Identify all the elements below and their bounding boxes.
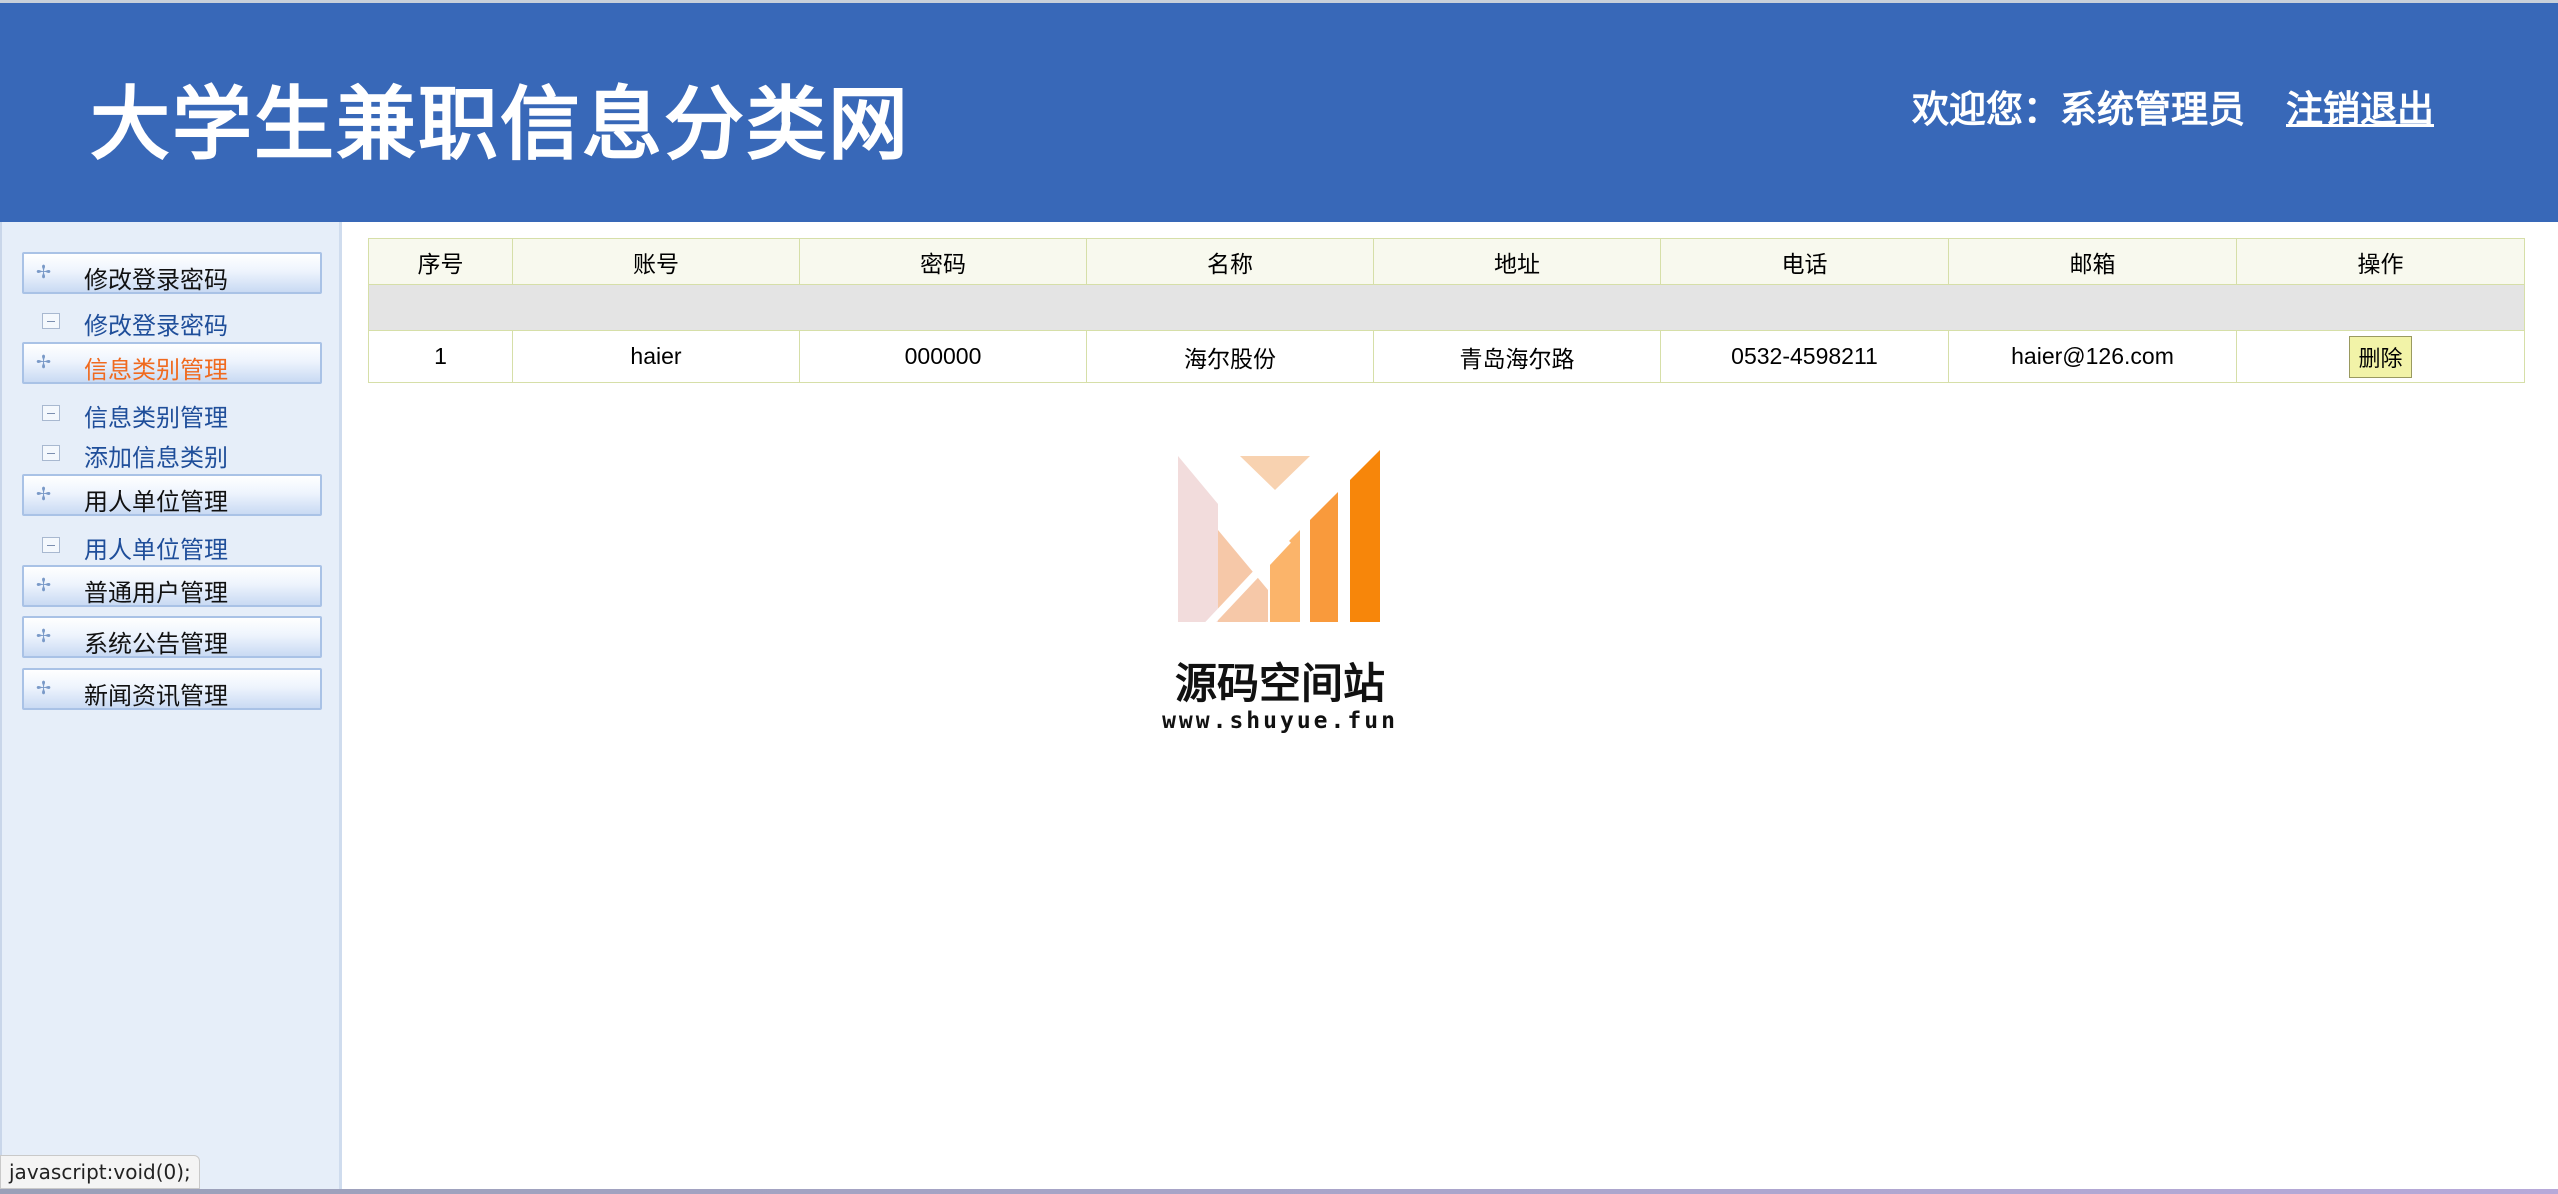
submenu-label: 修改登录密码 <box>84 312 228 340</box>
menu-news-management[interactable]: ✢ 新闻资讯管理 <box>22 668 322 710</box>
menu-label: 修改登录密码 <box>84 266 228 294</box>
col-header-password: 密码 <box>799 238 1087 285</box>
menu-employer-management[interactable]: ✢ 用人单位管理 <box>22 474 322 516</box>
minus-box-icon <box>42 405 60 421</box>
menu-label: 系统公告管理 <box>84 630 228 658</box>
cell-action: 删除 <box>2236 330 2525 383</box>
minus-box-icon <box>42 445 60 461</box>
menu-user-management[interactable]: ✢ 普通用户管理 <box>22 565 322 607</box>
plus-icon: ✢ <box>36 262 52 283</box>
table-caption-row <box>368 284 2525 331</box>
minus-box-icon <box>42 313 60 329</box>
cell-index: 1 <box>368 330 513 383</box>
col-header-name: 名称 <box>1086 238 1374 285</box>
menu-notice-management[interactable]: ✢ 系统公告管理 <box>22 616 322 658</box>
menu-label: 普通用户管理 <box>84 579 228 607</box>
welcome-text: 欢迎您：系统管理员 <box>1912 88 2245 131</box>
menu-change-password[interactable]: ✢ 修改登录密码 <box>22 252 322 294</box>
delete-button[interactable]: 删除 <box>2349 335 2412 378</box>
menu-label: 新闻资讯管理 <box>84 682 228 710</box>
cell-address: 青岛海尔路 <box>1373 330 1661 383</box>
menu-category-management[interactable]: ✢ 信息类别管理 <box>22 342 322 384</box>
submenu-label: 添加信息类别 <box>84 444 228 472</box>
submenu-label: 用人单位管理 <box>84 536 228 564</box>
cell-account: haier <box>512 330 800 383</box>
cell-email: haier@126.com <box>1948 330 2237 383</box>
plus-icon: ✢ <box>36 575 52 596</box>
col-header-address: 地址 <box>1373 238 1661 285</box>
app-root: 大学生兼职信息分类网 欢迎您：系统管理员 注销退出 ✢ 修改登录密码 修改登录密… <box>0 0 2558 1194</box>
col-header-index: 序号 <box>368 238 513 285</box>
plus-icon: ✢ <box>36 352 52 373</box>
sidebar: ✢ 修改登录密码 修改登录密码 ✢ 信息类别管理 信息类别管理 添加信息类别 ✢… <box>0 222 342 1194</box>
plus-icon: ✢ <box>36 626 52 647</box>
col-header-phone: 电话 <box>1660 238 1949 285</box>
menu-label: 信息类别管理 <box>84 356 228 384</box>
employer-table: 序号 账号 密码 名称 地址 电话 邮箱 操作 1 haier 000000 海… <box>368 238 2525 383</box>
window-bottom-edge <box>0 1189 2558 1194</box>
minus-box-icon <box>42 537 60 553</box>
browser-status-bar: javascript:void(0); <box>0 1155 200 1189</box>
cell-password: 000000 <box>799 330 1087 383</box>
watermark-url: www.shuyue.fun <box>1162 708 1398 734</box>
table-header-row: 序号 账号 密码 名称 地址 电话 邮箱 操作 <box>368 238 2525 285</box>
cell-phone: 0532-4598211 <box>1660 330 1949 383</box>
watermark-name: 源码空间站 <box>1174 659 1385 708</box>
site-title: 大学生兼职信息分类网 <box>90 78 910 171</box>
col-header-email: 邮箱 <box>1948 238 2237 285</box>
logout-link[interactable]: 注销退出 <box>2286 85 2434 135</box>
plus-icon: ✢ <box>36 484 52 505</box>
table-row: 1 haier 000000 海尔股份 青岛海尔路 0532-4598211 h… <box>368 330 2525 383</box>
header: 大学生兼职信息分类网 欢迎您：系统管理员 注销退出 <box>0 0 2558 222</box>
submenu-label: 信息类别管理 <box>84 404 228 432</box>
col-header-account: 账号 <box>512 238 800 285</box>
cell-name: 海尔股份 <box>1086 330 1374 383</box>
menu-label: 用人单位管理 <box>84 488 228 516</box>
plus-icon: ✢ <box>36 678 52 699</box>
col-header-action: 操作 <box>2236 238 2525 285</box>
